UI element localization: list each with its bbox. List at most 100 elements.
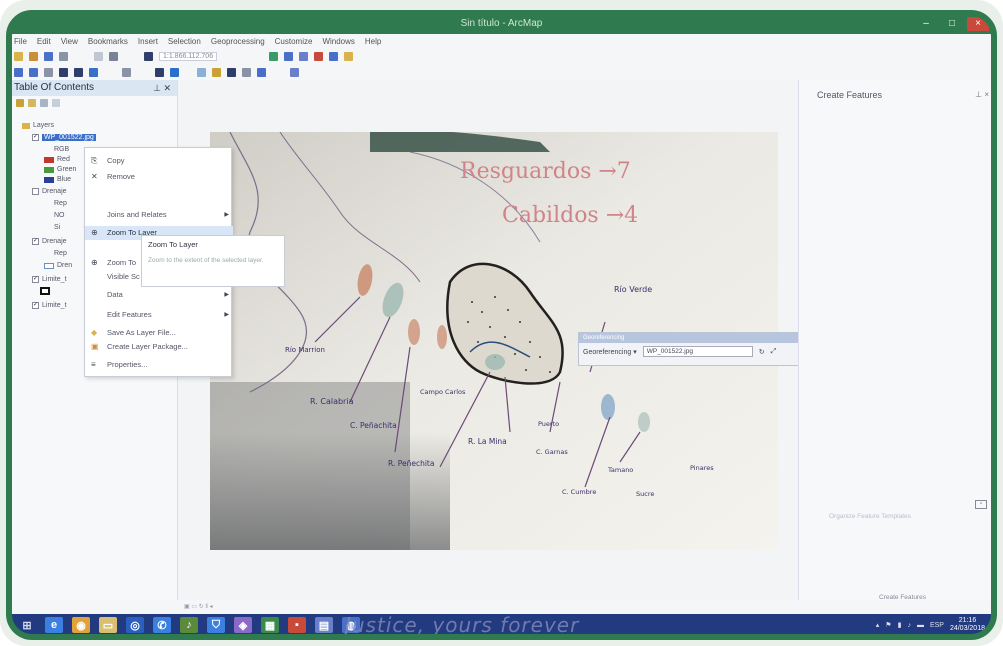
back-icon[interactable] [89, 67, 98, 77]
scale-input[interactable]: 1:1.866.112.706 [159, 51, 218, 61]
chrome-icon[interactable]: ◉ [72, 617, 90, 633]
document-icon[interactable]: ▤ [315, 617, 333, 633]
volume-icon[interactable]: ♪ [907, 622, 911, 629]
network-icon[interactable]: ▮ [898, 621, 902, 629]
paste-icon[interactable] [94, 51, 103, 61]
create-features-tab[interactable]: Create Features [879, 594, 926, 601]
menu-item-edit-features[interactable]: Edit Features ▶ [85, 308, 233, 322]
new-icon[interactable] [14, 51, 23, 61]
print-icon[interactable] [59, 51, 68, 61]
menu-geoprocessing[interactable]: Geoprocessing [211, 37, 265, 46]
battery-icon[interactable]: ▬ [917, 622, 924, 629]
arcmap-icon[interactable]: ◈ [234, 617, 252, 633]
toc-icon[interactable] [299, 51, 309, 61]
data-view-icon[interactable]: ▣ [184, 604, 190, 610]
media-icon[interactable]: ♪ [180, 617, 198, 633]
editor-icon[interactable] [269, 51, 279, 61]
pan-icon[interactable] [44, 67, 53, 77]
show-hidden-icon[interactable]: ▴ [876, 621, 880, 629]
store-icon[interactable]: ⛉ [207, 617, 225, 633]
shift-icon[interactable]: ⤢ [771, 348, 777, 356]
pause-icon[interactable]: ‖ [205, 604, 207, 610]
menu-item-data[interactable]: Data ▶ [85, 288, 233, 302]
layout-icon[interactable] [290, 67, 299, 77]
layer-visibility-checkbox[interactable]: ✓ [32, 276, 39, 283]
menu-windows[interactable]: Windows [322, 37, 354, 46]
menu-edit[interactable]: Edit [37, 37, 51, 46]
scroll-left-icon[interactable]: ◂ [210, 604, 213, 610]
maximize-button[interactable]: □ [941, 17, 963, 31]
list-by-visibility-icon[interactable] [40, 99, 48, 107]
menu-item-create-package[interactable]: ▣ Create Layer Package... [85, 340, 233, 354]
flag-icon[interactable]: ⚑ [885, 621, 891, 629]
pane-toggle-button[interactable]: ▫ [975, 500, 987, 509]
pdf-icon[interactable]: ▪ [288, 617, 306, 633]
georeferencing-menu[interactable]: Georeferencing ▾ [583, 348, 637, 356]
hyperlink-icon[interactable] [227, 67, 236, 77]
clock[interactable]: 21:16 24/03/2018 [950, 617, 985, 633]
menu-customize[interactable]: Customize [275, 37, 313, 46]
save-icon[interactable] [44, 51, 53, 61]
layer-visibility-checkbox[interactable] [32, 188, 39, 195]
start-icon[interactable]: ⊞ [18, 617, 36, 633]
python-icon[interactable] [329, 51, 339, 61]
select-elements-icon[interactable] [155, 67, 164, 77]
menu-insert[interactable]: Insert [138, 37, 158, 46]
arctoolbox-icon[interactable] [314, 51, 324, 61]
layer-row[interactable]: ✓ Drenaje [32, 238, 67, 245]
close-button[interactable]: × [967, 17, 989, 31]
zoom-in-icon[interactable] [14, 67, 23, 77]
map-label: Sucre [636, 490, 654, 498]
layer-row-selected[interactable]: ✓ WP_001522.jpg [32, 134, 96, 141]
model-builder-icon[interactable] [344, 51, 354, 61]
menu-view[interactable]: View [61, 37, 78, 46]
language-indicator[interactable]: ESP [930, 622, 944, 629]
layer-row[interactable]: Drenaje [32, 188, 67, 195]
undo-icon[interactable] [109, 51, 118, 61]
html-popup-icon[interactable] [242, 67, 251, 77]
layout-view-icon[interactable]: ▭ [191, 604, 197, 610]
pin-icon[interactable]: ⊥ × [975, 90, 989, 99]
layers-group[interactable]: Layers [22, 122, 54, 129]
menu-item-copy[interactable]: ⎘ Copy [85, 154, 233, 168]
menu-file[interactable]: File [14, 37, 27, 46]
add-data-icon[interactable] [144, 51, 153, 61]
open-icon[interactable] [29, 51, 38, 61]
zoom-out-icon[interactable] [29, 67, 38, 77]
menu-bookmarks[interactable]: Bookmarks [88, 37, 128, 46]
refresh-icon[interactable]: ↻ [199, 604, 204, 610]
menu-selection[interactable]: Selection [168, 37, 201, 46]
organize-templates-link[interactable]: Organize Feature Templates [829, 513, 911, 520]
time-slider-icon[interactable] [257, 67, 266, 77]
georef-layer-select[interactable]: WP_001522.jpg [642, 346, 753, 357]
layer-row[interactable]: ✓ Limite_t [32, 302, 67, 309]
fixed-zoom-icon[interactable] [74, 67, 83, 77]
search-icon[interactable]: ◎ [126, 617, 144, 633]
file-explorer-icon[interactable]: ▭ [99, 617, 117, 633]
layer-visibility-checkbox[interactable]: ✓ [32, 238, 39, 245]
find-icon[interactable] [197, 67, 206, 77]
excel-icon[interactable]: ▦ [261, 617, 279, 633]
select-features-icon[interactable] [122, 67, 131, 77]
list-by-drawing-order-icon[interactable] [16, 99, 24, 107]
table-icon[interactable] [284, 51, 294, 61]
identify-icon[interactable] [170, 67, 179, 77]
layer-row[interactable]: ✓ Limite_t [32, 276, 67, 283]
menu-item-remove[interactable]: ✕ Remove [85, 170, 233, 184]
pin-icon[interactable]: ⊥ ✕ [153, 80, 171, 96]
menu-item-properties[interactable]: ≡ Properties... [85, 358, 233, 372]
list-by-selection-icon[interactable] [52, 99, 60, 107]
menu-help[interactable]: Help [365, 37, 381, 46]
internet-explorer-icon[interactable]: e [45, 617, 63, 633]
full-extent-icon[interactable] [59, 67, 68, 77]
rotate-icon[interactable]: ↻ [759, 348, 765, 356]
layer-visibility-checkbox[interactable]: ✓ [32, 302, 39, 309]
list-by-source-icon[interactable] [28, 99, 36, 107]
phone-icon[interactable]: ✆ [153, 617, 171, 633]
selected-layer-name[interactable]: WP_001522.jpg [42, 134, 96, 141]
menu-item-joins-relates[interactable]: Joins and Relates ▶ [85, 208, 233, 222]
minimize-button[interactable]: – [915, 17, 937, 31]
layer-visibility-checkbox[interactable]: ✓ [32, 134, 39, 141]
menu-item-save-layer-file[interactable]: ◆ Save As Layer File... [85, 326, 233, 340]
measure-icon[interactable] [212, 67, 221, 77]
